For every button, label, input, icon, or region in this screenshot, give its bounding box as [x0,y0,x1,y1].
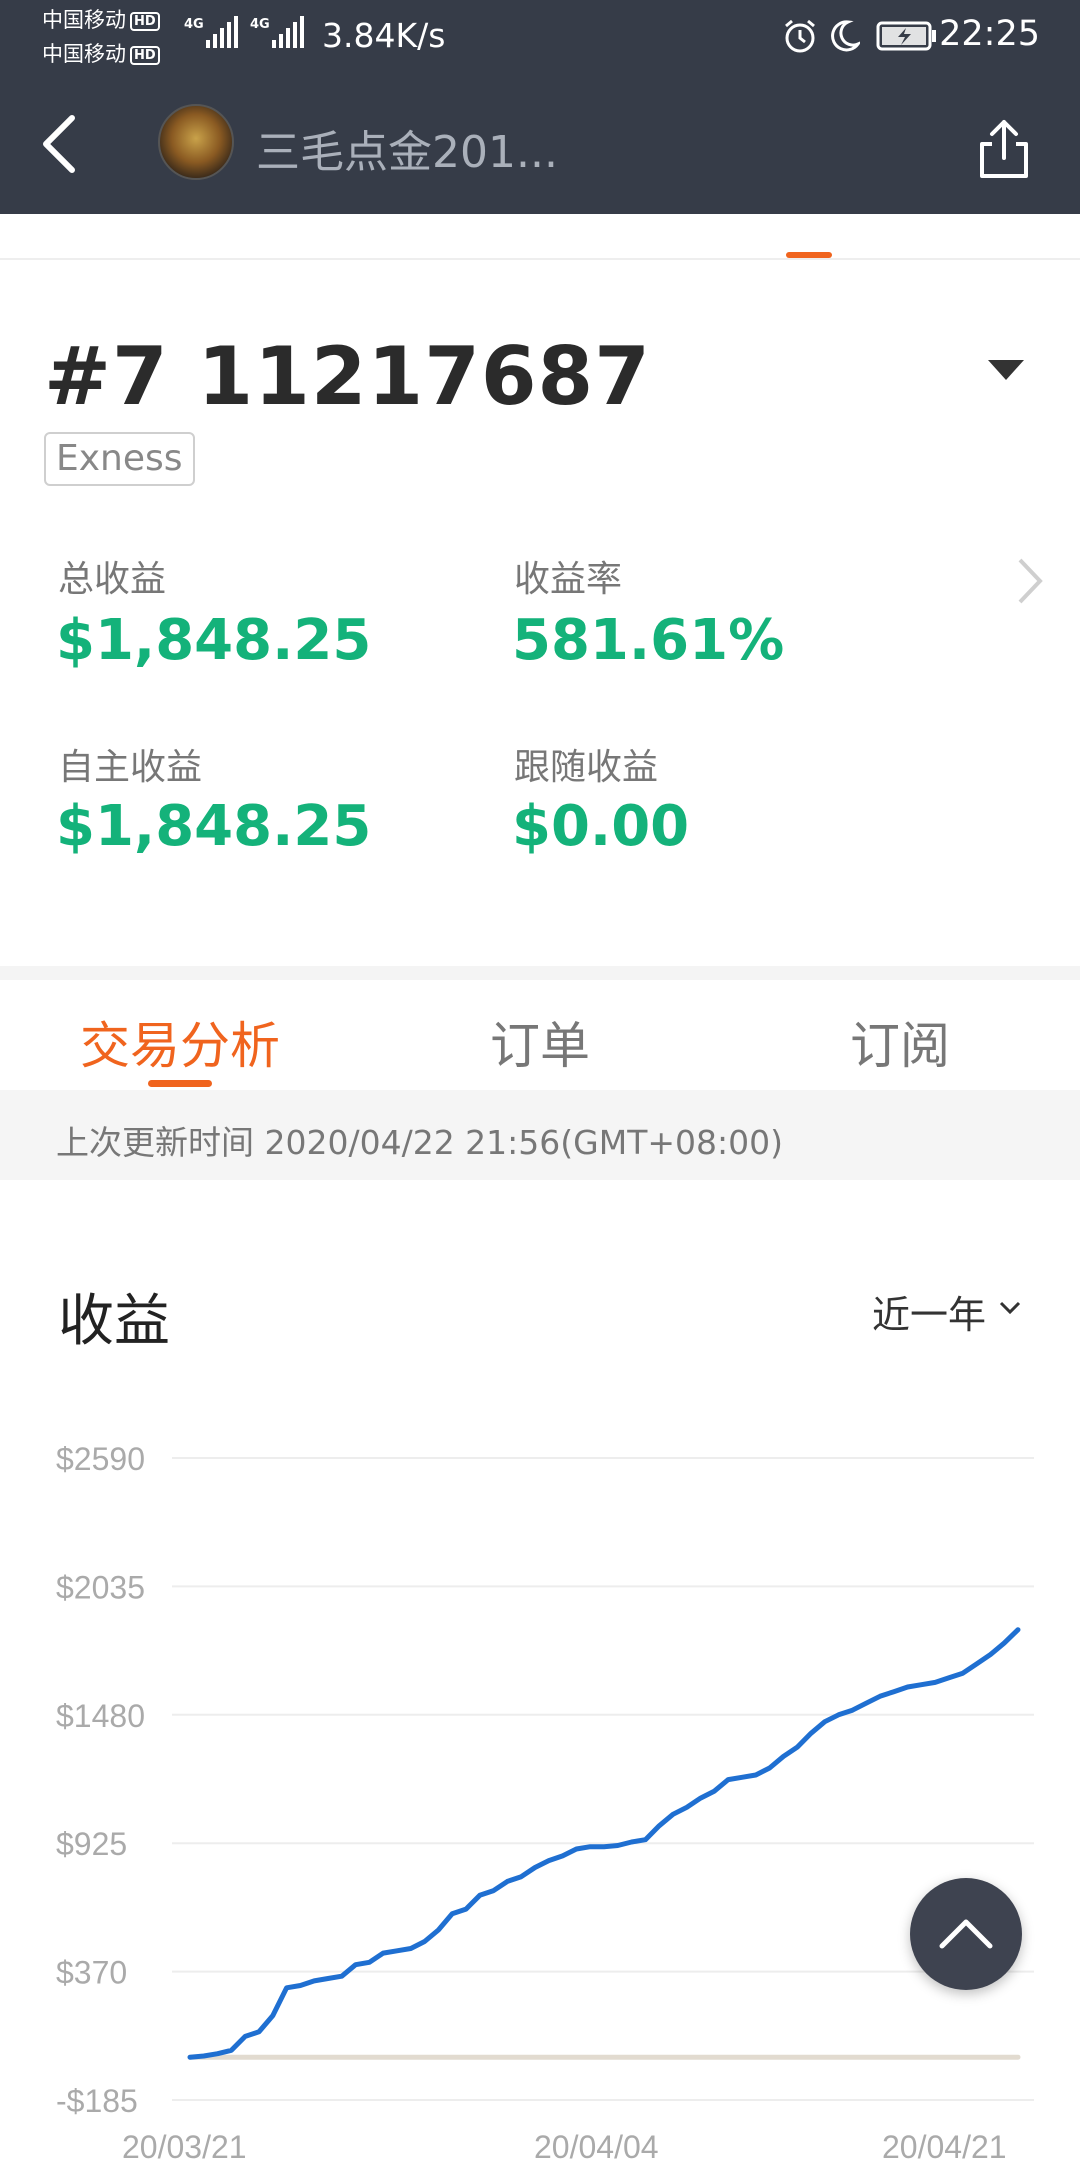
y-tick-label: -$185 [56,2083,138,2119]
scroll-top-button[interactable] [910,1878,1022,1990]
stat-value-total-profit: $1,848.25 [56,608,372,673]
x-tick-label: 20/04/04 [534,2129,659,2160]
stat-label-self-profit: 自主收益 [58,747,203,788]
hd-badge: HD [130,46,160,65]
broker-badge: Exness [44,432,195,486]
x-tick-label: 20/03/21 [122,2129,247,2160]
range-selector[interactable]: 近一年 [872,1284,986,1339]
app-header: 中国移动 HD 中国移动 HD 4G 4G 3.84K/s 22:25 三毛点金… [0,0,1080,214]
share-icon[interactable] [976,118,1032,180]
y-tick-label: $925 [56,1826,127,1862]
carrier-1: 中国移动 HD [42,8,160,32]
chevron-up-icon [939,1919,993,1949]
signal-icon: 4G [184,16,238,48]
stat-label-total-profit: 总收益 [58,559,167,600]
hd-badge: HD [130,12,160,31]
status-bar: 中国移动 HD 中国移动 HD 4G 4G 3.84K/s 22:25 [0,0,1080,70]
stat-value-return-rate: 581.61% [512,608,785,673]
page-title: 三毛点金201... [256,127,558,178]
last-update-text: 上次更新时间 2020/04/22 21:56(GMT+08:00) [56,1123,783,1162]
y-tick-label: $2590 [56,1441,145,1477]
y-tick-label: $1480 [56,1698,145,1734]
chevron-right-icon[interactable] [1014,556,1044,606]
stat-label-return-rate: 收益率 [514,559,623,600]
top-tabs-peek [0,214,1080,260]
svg-text:4G: 4G [250,17,270,32]
network-speed: 3.84K/s [322,16,446,55]
back-chevron-icon[interactable] [36,112,84,176]
battery-charging-icon [876,21,936,51]
tab-orders[interactable]: 订单 [490,1006,590,1078]
tab-trade-analysis[interactable]: 交易分析 [80,1006,280,1078]
profit-chart: $2590 $2035 $1480 $925 $370 -$185 20/03/21 20/0… [56,1441,1034,2160]
stat-label-follow-profit: 跟随收益 [514,747,659,788]
active-tab-underline [148,1080,212,1087]
y-tick-label: $2035 [56,1569,145,1605]
account-dropdown-icon[interactable] [988,360,1024,380]
section-divider [0,966,1080,980]
carrier-2: 中国移动 HD [42,42,160,66]
stat-value-follow-profit: $0.00 [512,794,690,859]
tab-subscriptions[interactable]: 订阅 [850,1006,950,1078]
signal-icon-2: 4G [250,16,304,48]
account-number: #7 11217687 [44,330,651,423]
svg-text:4G: 4G [184,17,204,32]
avatar[interactable] [158,104,234,180]
chevron-down-icon[interactable] [998,1300,1022,1316]
stat-value-self-profit: $1,848.25 [56,794,372,859]
profit-section-title: 收益 [58,1289,170,1354]
active-tab-indicator [786,252,832,258]
y-tick-label: $370 [56,1955,127,1991]
x-tick-label: 20/04/21 [882,2129,1007,2160]
alarm-icon [785,19,815,53]
clock: 22:25 [939,14,1040,54]
moon-icon [831,20,860,52]
